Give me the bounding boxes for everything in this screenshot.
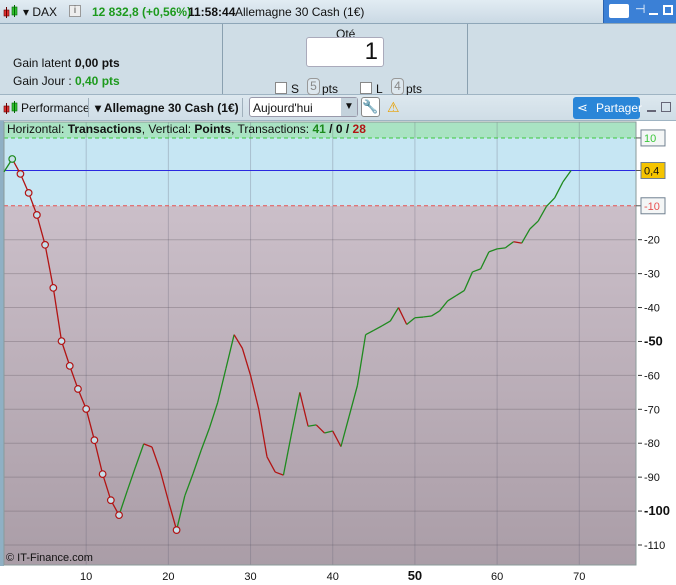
legend-sep: / (342, 122, 353, 136)
gain-latent-value: 0,00 pts (75, 56, 120, 70)
performance-label[interactable]: Performance (21, 101, 90, 115)
trade-marker (90, 436, 99, 445)
limit-pts-label: pts (406, 82, 423, 96)
trade-marker (41, 240, 49, 249)
chart-svg: 10 20 30 40 50 60 70 -20 -30 -40 -50 -60 -70 -80 -90 -1… (0, 121, 670, 583)
gain-jour-value: 0,40 pts (75, 74, 120, 88)
maximize-icon[interactable] (663, 5, 673, 15)
period-value: Aujourd'hui (253, 101, 313, 115)
trade-marker (82, 405, 91, 413)
chart-legend: Horizontal: Transactions, Vertical: Poin… (7, 122, 366, 136)
x-tick-label: 60 (491, 571, 503, 583)
instrument-dropdown-label: Allemagne 30 Cash (1€) (103, 101, 239, 115)
window-controls: ⊣ (603, 0, 676, 23)
y-tick-label: -100 (644, 503, 670, 518)
chart-toolbar: Performance ▾ Allemagne 30 Cash (1€) Auj… (0, 95, 676, 121)
stop-label: S (291, 82, 300, 96)
legend-t-label: , Transactions: (231, 122, 313, 136)
share-button[interactable]: ⋖ Partager (573, 97, 643, 119)
left-border (0, 121, 4, 566)
limit-checkbox[interactable] (360, 82, 372, 94)
candlestick-icon (3, 101, 19, 118)
legend-h-value: Transactions (67, 122, 142, 136)
warning-icon[interactable]: ⚠ (387, 99, 400, 116)
trade-marker (24, 188, 33, 197)
stop-checkbox[interactable] (275, 82, 287, 94)
copyright: © IT-Finance.com (6, 552, 93, 564)
neutral-zone (4, 137, 636, 206)
current-value-label: 0,4 (644, 166, 659, 178)
trade-marker (172, 526, 181, 534)
instrument-dropdown[interactable]: ▾ Allemagne 30 Cash (1€) (95, 101, 239, 115)
legend-losses: 28 (352, 122, 366, 136)
y-tick-label: -110 (644, 540, 665, 552)
legend-h-label: Horizontal: (7, 122, 68, 136)
share-icon: ⋖ (577, 100, 588, 115)
x-tick-label: 10 (80, 571, 92, 583)
trade-marker (8, 155, 17, 163)
x-tick-label: 40 (327, 571, 339, 583)
x-tick-label: 70 (573, 571, 585, 583)
order-panel: Gain latent : 0,00 pts Gain Jour : 0,40 … (0, 24, 676, 96)
lower-band-label: -10 (644, 201, 660, 213)
x-tick-label: 30 (244, 571, 256, 583)
price-change: 12 832,8 (+0,56%) (92, 5, 192, 19)
candlestick-icon (3, 5, 19, 22)
trade-marker (32, 211, 41, 219)
trade-marker (115, 511, 123, 520)
wrench-icon[interactable]: 🔧 (361, 97, 380, 117)
maximize-icon[interactable] (661, 102, 671, 112)
legend-v-value: Points (194, 122, 232, 136)
trade-marker (16, 169, 25, 178)
y-tick-label: -60 (644, 370, 660, 382)
share-label: Partager (596, 101, 643, 115)
legend-wins: 41 (312, 122, 326, 136)
trade-marker (57, 337, 66, 346)
performance-chart: 10 20 30 40 50 60 70 -20 -30 -40 -50 -60 -70 -80 -90 -1… (0, 121, 676, 585)
period-select[interactable]: Aujourd'hui ▼ (249, 97, 358, 117)
instrument-title: Allemagne 30 Cash (1€) (235, 5, 365, 19)
legend-neutral: 0 (335, 122, 343, 136)
trade-marker (98, 470, 107, 478)
minimize-icon[interactable] (647, 110, 656, 112)
title-bar: ▾ DAX i 12 832,8 (+0,56%) 11:58:44 Allem… (0, 0, 676, 24)
limit-pts-input[interactable]: 4 (391, 78, 404, 95)
legend-sep: / (325, 122, 336, 136)
x-tick-label: 20 (162, 571, 174, 583)
gain-latent-label: Gain latent : (13, 56, 78, 70)
legend-v-label: , Vertical: (141, 122, 195, 136)
trade-marker (74, 385, 82, 393)
qty-input[interactable]: 1 (306, 37, 384, 67)
y-tick-label: -20 (644, 235, 660, 247)
y-tick-label: -70 (644, 404, 660, 416)
y-tick-label: -80 (644, 438, 660, 450)
upper-band-label: 10 (644, 133, 656, 145)
stop-pts-input[interactable]: 5 (307, 78, 320, 95)
y-tick-label: -40 (644, 303, 660, 315)
trade-marker (65, 361, 74, 370)
clock: 11:58:44 (188, 5, 236, 19)
chevron-down-icon[interactable]: ▼ (341, 98, 357, 116)
minimize-icon[interactable] (649, 13, 658, 15)
y-tick-label: -90 (644, 472, 660, 484)
info-icon[interactable]: i (69, 5, 81, 17)
x-tick-label: 50 (408, 568, 422, 583)
trade-marker (106, 496, 115, 505)
keyboard-icon[interactable] (609, 4, 629, 18)
symbol-label: DAX (32, 5, 58, 19)
equity-segment (414, 316, 424, 319)
y-tick-label: -50 (644, 333, 663, 348)
pin-icon[interactable]: ⊣ (635, 2, 645, 16)
y-tick-label: -30 (644, 269, 660, 281)
trade-marker (49, 283, 58, 292)
symbol-dropdown[interactable]: ▾ DAX (23, 5, 57, 19)
gain-jour-label: Gain Jour : (13, 74, 72, 88)
stop-pts-label: pts (322, 82, 339, 96)
limit-label: L (376, 82, 383, 96)
